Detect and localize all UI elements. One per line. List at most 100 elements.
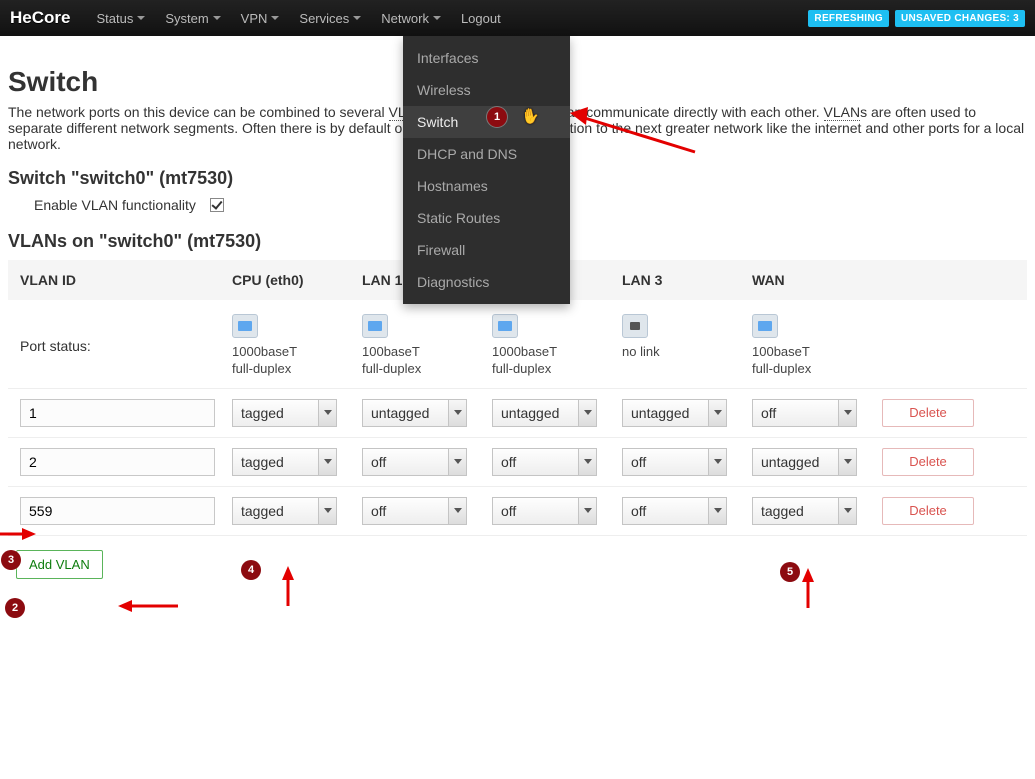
chevron-down-icon [448, 449, 466, 475]
annotation-arrow [118, 598, 178, 614]
annotation-arrow [800, 568, 816, 608]
vlan-lan3-select[interactable]: untagged [622, 399, 727, 427]
chevron-down-icon [448, 400, 466, 426]
delete-vlan-button[interactable]: Delete [882, 399, 974, 427]
annotation-arrow [0, 526, 36, 542]
dropdown-item-static-routes[interactable]: Static Routes [403, 202, 570, 234]
nav-item-services[interactable]: Services [289, 3, 371, 34]
select-value: tagged [233, 454, 318, 470]
port-duplex: full-duplex [492, 361, 622, 378]
dropdown-item-wireless[interactable]: Wireless [403, 74, 570, 106]
th-lan3: LAN 3 [622, 272, 752, 288]
unsaved-badge[interactable]: UNSAVED CHANGES: 3 [895, 10, 1025, 27]
ethernet-port-icon [752, 314, 778, 338]
vlan-lan1-select[interactable]: off [362, 448, 467, 476]
select-value: untagged [493, 405, 578, 421]
vlan-cpu-select[interactable]: tagged [232, 448, 337, 476]
vlan-id-input[interactable] [20, 399, 215, 427]
dropdown-item-dhcp-dns[interactable]: DHCP and DNS [403, 138, 570, 170]
select-value: off [363, 454, 448, 470]
select-value: tagged [233, 405, 318, 421]
chevron-down-icon [578, 400, 596, 426]
port-status-row: Port status: 1000baseT full-duplex 100ba… [8, 300, 1027, 389]
chevron-down-icon [448, 498, 466, 524]
chevron-down-icon [318, 400, 336, 426]
th-cpu: CPU (eth0) [232, 272, 362, 288]
select-value: untagged [363, 405, 448, 421]
chevron-down-icon [578, 498, 596, 524]
caret-icon [137, 16, 145, 20]
vlan-wan-select[interactable]: tagged [752, 497, 857, 525]
chevron-down-icon [318, 449, 336, 475]
th-wan: WAN [752, 272, 882, 288]
enable-vlan-label: Enable VLAN functionality [34, 197, 196, 213]
port-status-label: Port status: [12, 314, 232, 354]
port-duplex: full-duplex [232, 361, 362, 378]
nav-item-status[interactable]: Status [86, 3, 155, 34]
chevron-down-icon [708, 449, 726, 475]
brand-label: HeCore [10, 8, 70, 28]
vlan-row: tagged off off off untagged Delete [8, 438, 1027, 487]
dropdown-item-hostnames[interactable]: Hostnames [403, 170, 570, 202]
vlan-cpu-select[interactable]: tagged [232, 399, 337, 427]
annotation-badge-2: 2 [5, 598, 25, 618]
vlan-cpu-select[interactable]: tagged [232, 497, 337, 525]
ethernet-port-icon [622, 314, 648, 338]
chevron-down-icon [578, 449, 596, 475]
port-status-lan1: 100baseT full-duplex [362, 314, 492, 378]
port-speed: 100baseT [362, 344, 492, 361]
nav-item-network[interactable]: Network [371, 3, 451, 34]
vlan-lan3-select[interactable]: off [622, 448, 727, 476]
hand-cursor-icon: ✋ [520, 106, 542, 127]
vlan-lan1-select[interactable]: off [362, 497, 467, 525]
caret-icon [271, 16, 279, 20]
delete-vlan-button[interactable]: Delete [882, 448, 974, 476]
select-value: untagged [623, 405, 708, 421]
vlan-id-input[interactable] [20, 497, 215, 525]
vlan-acronym: VLAN [824, 104, 861, 121]
port-status-wan: 100baseT full-duplex [752, 314, 882, 378]
select-value: off [363, 503, 448, 519]
dropdown-item-interfaces[interactable]: Interfaces [403, 36, 570, 74]
port-duplex: full-duplex [362, 361, 492, 378]
vlan-lan2-select[interactable]: off [492, 497, 597, 525]
select-value: tagged [233, 503, 318, 519]
port-speed: 100baseT [752, 344, 882, 361]
port-speed: no link [622, 344, 752, 361]
select-value: off [493, 503, 578, 519]
select-value: off [623, 503, 708, 519]
add-vlan-button[interactable]: Add VLAN [16, 550, 103, 579]
select-value: off [753, 405, 838, 421]
desc-text: The network ports on this device can be … [8, 104, 389, 120]
vlan-lan2-select[interactable]: off [492, 448, 597, 476]
ethernet-port-icon [362, 314, 388, 338]
vlan-id-input[interactable] [20, 448, 215, 476]
caret-icon [433, 16, 441, 20]
vlan-lan1-select[interactable]: untagged [362, 399, 467, 427]
nav-item-label: Status [96, 11, 133, 26]
chevron-down-icon [708, 400, 726, 426]
dropdown-item-switch[interactable]: Switch [403, 106, 570, 138]
th-vlan-id: VLAN ID [12, 272, 232, 288]
caret-icon [353, 16, 361, 20]
nav-item-logout[interactable]: Logout [451, 3, 511, 34]
enable-vlan-checkbox[interactable] [210, 198, 224, 212]
vlan-wan-select[interactable]: off [752, 399, 857, 427]
vlan-lan3-select[interactable]: off [622, 497, 727, 525]
dropdown-item-diagnostics[interactable]: Diagnostics [403, 266, 570, 304]
vlan-wan-select[interactable]: untagged [752, 448, 857, 476]
vlan-lan2-select[interactable]: untagged [492, 399, 597, 427]
annotation-badge-4: 4 [241, 560, 261, 580]
nav-items: Status System VPN Services Network Logou… [86, 3, 510, 34]
chevron-down-icon [708, 498, 726, 524]
annotation-badge-1: 1 [487, 107, 507, 127]
nav-item-vpn[interactable]: VPN [231, 3, 290, 34]
dropdown-item-firewall[interactable]: Firewall [403, 234, 570, 266]
nav-item-label: Network [381, 11, 429, 26]
port-status-cpu: 1000baseT full-duplex [232, 314, 362, 378]
caret-icon [213, 16, 221, 20]
vlan-row: tagged untagged untagged untagged off De… [8, 389, 1027, 438]
network-dropdown: Interfaces Wireless Switch DHCP and DNS … [403, 36, 570, 304]
nav-item-system[interactable]: System [155, 3, 230, 34]
delete-vlan-button[interactable]: Delete [882, 497, 974, 525]
